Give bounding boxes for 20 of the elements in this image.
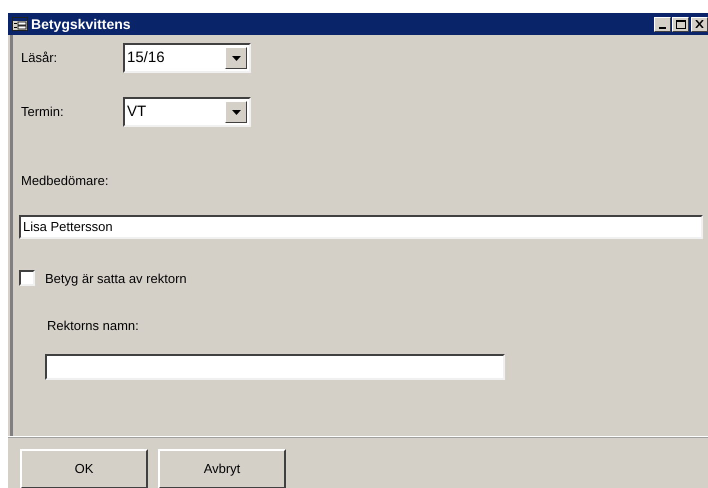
close-button[interactable] — [691, 16, 708, 32]
caret-icon — [232, 56, 240, 60]
window-title: Betygskvittens — [31, 14, 131, 34]
dropdown[interactable]: 15/16 — [123, 43, 251, 73]
checkbox[interactable] — [19, 270, 35, 286]
maximize-button[interactable] — [672, 16, 689, 32]
dialog-button[interactable]: Avbryt — [158, 449, 286, 488]
close-icon — [695, 20, 704, 28]
form-icon — [12, 17, 28, 31]
field-label: Termin: — [21, 103, 65, 122]
caret-icon — [232, 110, 240, 114]
dialog-button[interactable]: OK — [20, 449, 148, 488]
field-label: Rektorns namn: — [47, 317, 139, 335]
input-field[interactable] — [45, 354, 505, 380]
field-label: Medbedömare: — [21, 172, 108, 190]
checkbox-label: Betyg är satta av rektorn — [45, 270, 187, 288]
input-field[interactable]: Lisa Pettersson — [19, 214, 703, 238]
minimize-button[interactable] — [654, 16, 671, 32]
dropdown[interactable]: VT — [123, 97, 251, 127]
field-label: Läsår: — [21, 49, 58, 68]
